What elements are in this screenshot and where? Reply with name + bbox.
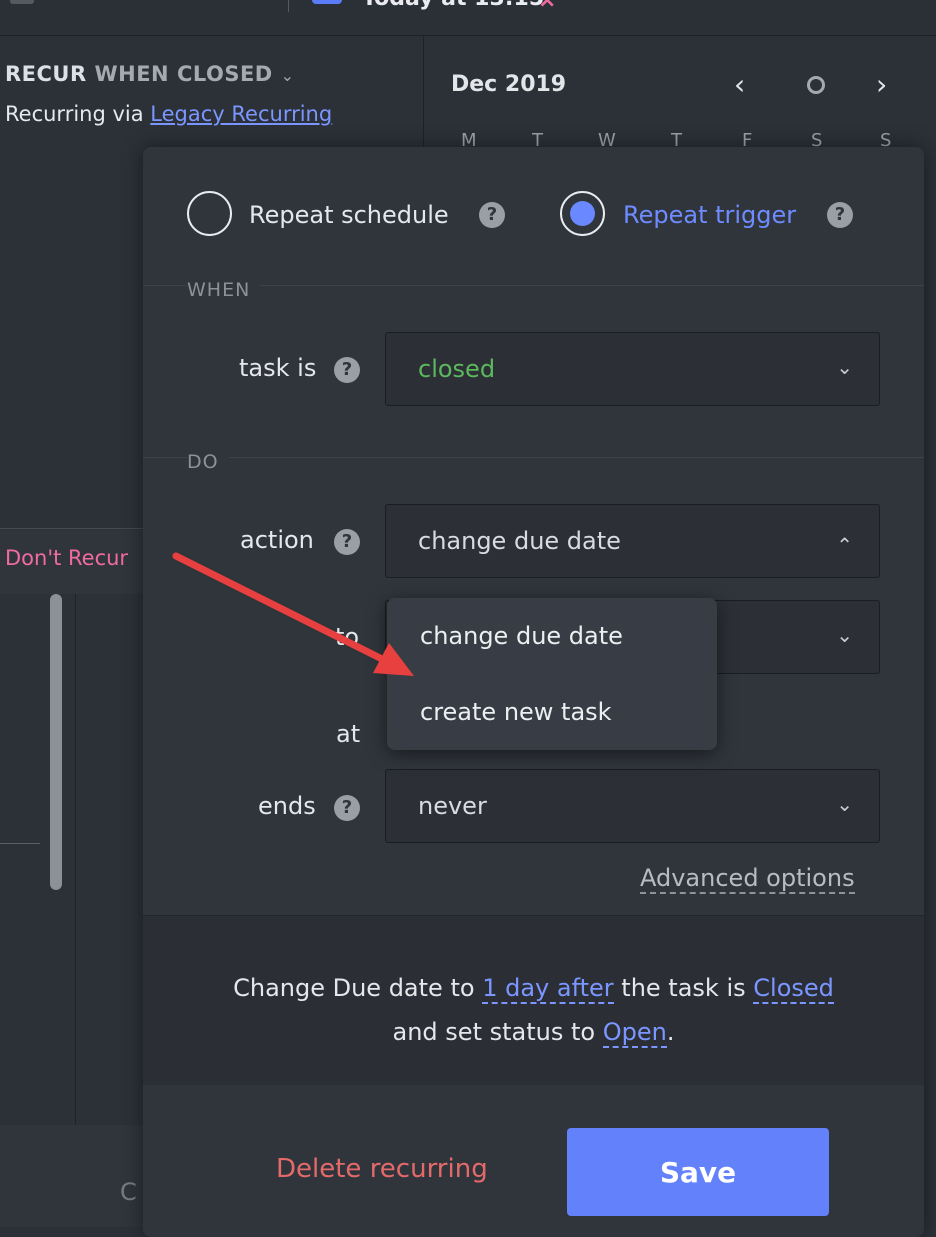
when-section-label: WHEN xyxy=(187,279,261,301)
repeat-trigger-radio[interactable] xyxy=(560,191,605,236)
action-label: action xyxy=(240,526,314,554)
ends-label: ends xyxy=(258,792,316,820)
summary-part: . xyxy=(666,1018,675,1046)
action-dropdown-menu: change due date create new task xyxy=(387,598,717,750)
task-status-value: closed xyxy=(418,355,496,383)
menu-item-change-due-date[interactable]: change due date xyxy=(420,622,623,650)
summary-part: the task is xyxy=(621,974,746,1002)
calendar-icon xyxy=(312,0,342,4)
chevron-left-icon[interactable]: ‹ xyxy=(734,68,745,101)
clear-date-icon[interactable]: × xyxy=(538,0,556,13)
task-status-select[interactable]: closed ⌄ xyxy=(385,332,880,406)
ends-value: never xyxy=(418,792,487,820)
summary-text: Change Due date to 1 day after the task … xyxy=(143,966,924,1054)
left-footer xyxy=(0,1125,150,1227)
today-dot-icon[interactable] xyxy=(807,76,825,94)
repeat-trigger-label[interactable]: Repeat trigger xyxy=(623,201,796,229)
chevron-up-icon: ⌃ xyxy=(836,533,853,557)
menu-item-create-new-task[interactable]: create new task xyxy=(420,698,612,726)
divider xyxy=(0,528,150,529)
new-status-link[interactable]: Open xyxy=(602,1018,667,1048)
at-label: at xyxy=(336,720,361,748)
trigger-status-link[interactable]: Closed xyxy=(753,974,834,1004)
save-button[interactable]: Save xyxy=(567,1128,829,1216)
repeat-schedule-radio[interactable] xyxy=(187,191,232,236)
summary-part: and set status to xyxy=(392,1018,596,1046)
recur-title-strong: RECUR xyxy=(5,62,87,86)
repeat-schedule-label[interactable]: Repeat schedule xyxy=(249,201,449,229)
divider xyxy=(288,0,289,12)
recur-title-condition: WHEN CLOSED xyxy=(94,62,273,86)
action-select[interactable]: change due date ⌃ xyxy=(385,504,880,578)
chevron-down-icon: ⌄ xyxy=(836,623,853,647)
ends-select[interactable]: never ⌄ xyxy=(385,769,880,843)
summary-part: Change Due date to xyxy=(233,974,475,1002)
advanced-options-link[interactable]: Advanced options xyxy=(640,864,855,894)
help-icon[interactable]: ? xyxy=(479,202,505,228)
do-section-label: DO xyxy=(187,451,229,473)
delete-recurring-button[interactable]: Delete recurring xyxy=(276,1154,488,1184)
footer-button-partial[interactable]: C xyxy=(120,1178,137,1206)
help-icon[interactable]: ? xyxy=(334,357,360,383)
divider xyxy=(143,457,924,458)
legacy-recurring-link[interactable]: Legacy Recurring xyxy=(150,102,332,126)
help-icon[interactable]: ? xyxy=(334,529,360,555)
task-header-bar: Today at 13:15 × xyxy=(0,0,936,36)
chevron-right-icon[interactable]: › xyxy=(876,68,887,101)
due-date-text[interactable]: Today at 13:15 xyxy=(362,0,544,11)
task-is-label: task is xyxy=(239,354,317,382)
offset-link[interactable]: 1 day after xyxy=(482,974,614,1004)
dont-recur-button[interactable]: Don't Recur xyxy=(5,546,128,570)
calendar-month: Dec 2019 xyxy=(451,72,567,97)
help-icon[interactable]: ? xyxy=(334,795,360,821)
chevron-down-icon: ⌄ xyxy=(836,355,853,379)
to-label: to xyxy=(335,623,360,651)
scrollbar[interactable] xyxy=(50,594,62,890)
recur-title[interactable]: RECUR WHEN CLOSED ⌄ xyxy=(5,62,294,86)
chevron-down-icon: ⌄ xyxy=(280,66,295,85)
action-value: change due date xyxy=(418,527,621,555)
help-icon[interactable]: ? xyxy=(827,202,853,228)
recurring-via-text: Recurring via Legacy Recurring xyxy=(5,102,332,126)
checkbox-icon[interactable] xyxy=(10,0,34,4)
divider xyxy=(0,843,40,844)
recurring-via-label: Recurring via xyxy=(5,102,144,126)
chevron-down-icon: ⌄ xyxy=(836,792,853,816)
